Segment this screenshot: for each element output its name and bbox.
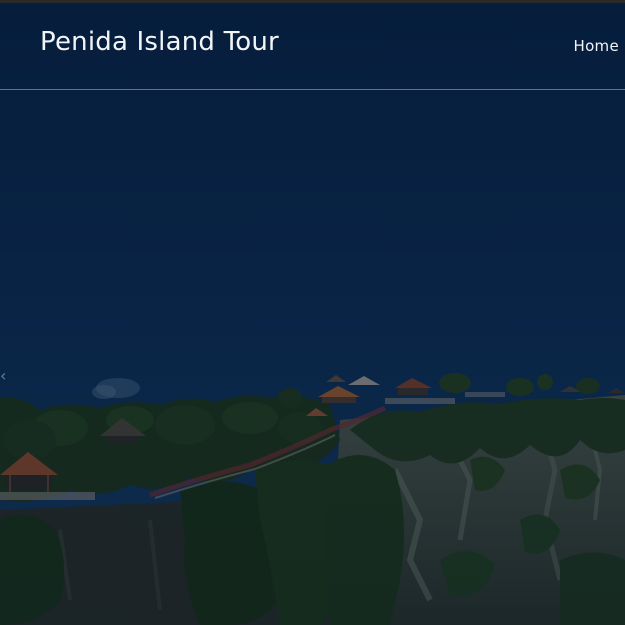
site-title[interactable]: Penida Island Tour bbox=[40, 27, 279, 57]
chevron-left-icon: ‹ bbox=[0, 366, 7, 385]
main-nav: Home bbox=[574, 36, 620, 55]
nav-link-home[interactable]: Home bbox=[574, 37, 620, 55]
slider-prev-button[interactable]: ‹ bbox=[0, 366, 10, 390]
nav-item-home: Home bbox=[574, 36, 620, 55]
page: Penida Island Tour Home ‹ bbox=[0, 0, 625, 625]
hero-image bbox=[0, 0, 625, 625]
site-header: Penida Island Tour Home bbox=[0, 3, 625, 90]
top-border bbox=[0, 0, 625, 3]
